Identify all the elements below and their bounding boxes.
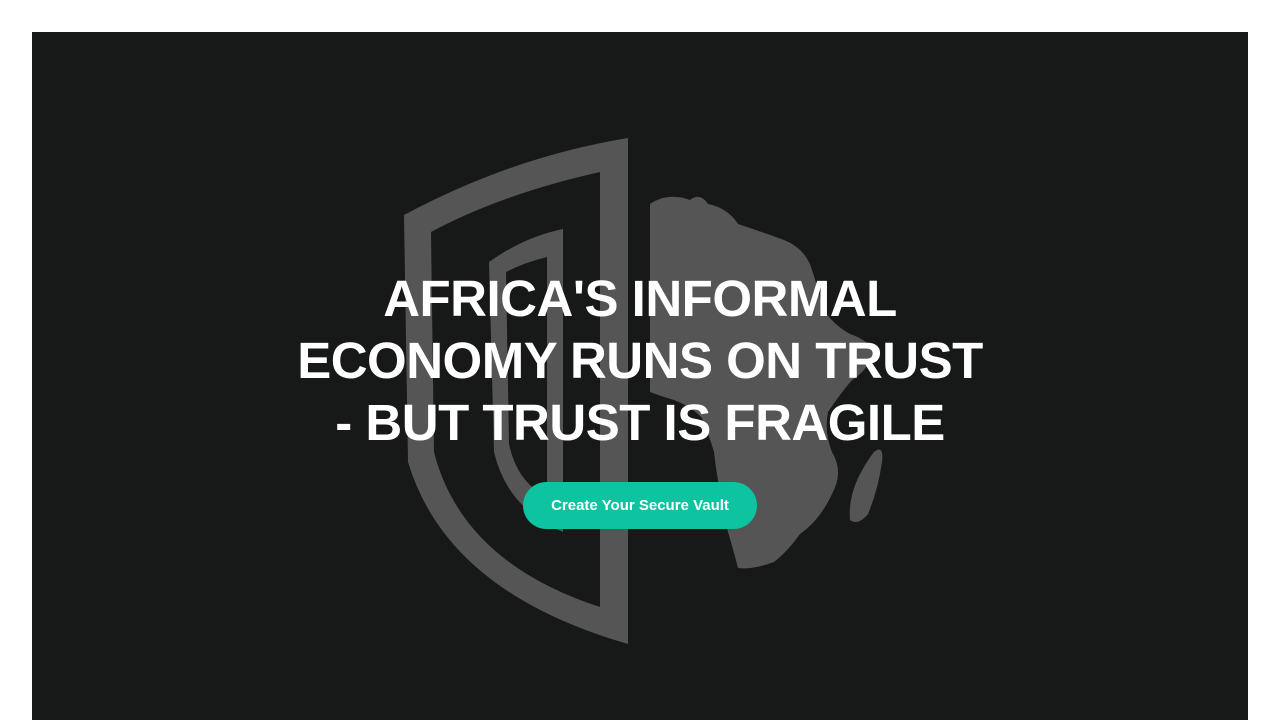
create-secure-vault-button[interactable]: Create Your Secure Vault xyxy=(523,482,757,529)
hero-section: AFRICA'S INFORMAL ECONOMY RUNS ON TRUST … xyxy=(32,32,1248,720)
hero-headline: AFRICA'S INFORMAL ECONOMY RUNS ON TRUST … xyxy=(297,270,983,451)
hero-content: AFRICA'S INFORMAL ECONOMY RUNS ON TRUST … xyxy=(32,268,1248,529)
